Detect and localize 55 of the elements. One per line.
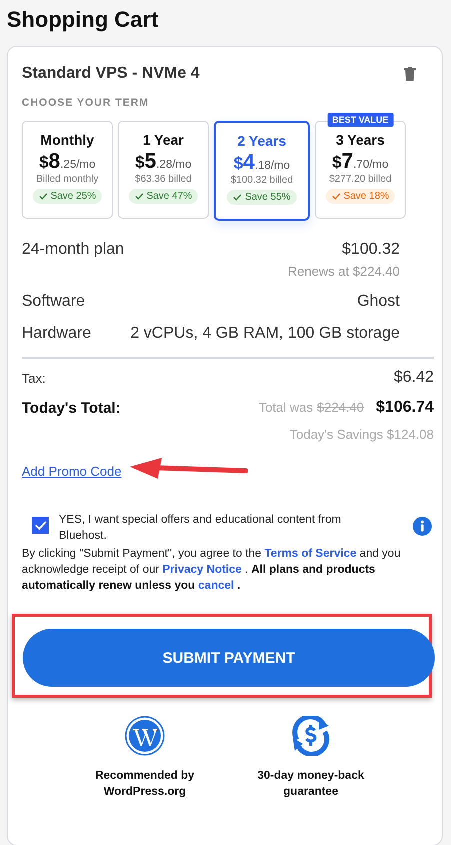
product-name: Standard VPS - NVMe 4	[22, 65, 200, 83]
term-label: 1 Year	[142, 132, 184, 148]
savings-badge: Save 18%	[326, 189, 396, 204]
term-label: 3 Years	[336, 132, 385, 148]
previous-total-label: Total was	[258, 400, 314, 415]
billed-text: $63.36 billed	[135, 174, 192, 185]
detail-value: $100.32	[342, 241, 400, 259]
billed-text: $277.20 billed	[329, 174, 392, 185]
tax-value: $6.42	[394, 369, 434, 387]
check-icon	[134, 193, 144, 200]
billed-text: Billed monthly	[36, 174, 99, 185]
legal-link[interactable]: cancel	[198, 580, 234, 592]
dollar-cycle-icon	[291, 716, 331, 756]
legal-link[interactable]: Terms of Service	[264, 548, 357, 560]
term-price: $4.18/mo	[234, 151, 290, 175]
term-label: Monthly	[40, 132, 94, 148]
savings-badge: Save 55%	[227, 190, 297, 205]
page-title: Shopping Cart	[7, 6, 160, 34]
submit-payment-button[interactable]: SUBMIT PAYMENT	[23, 629, 435, 687]
info-icon[interactable]	[413, 517, 432, 536]
check-icon	[332, 193, 341, 200]
promo-code-link[interactable]: Add Promo Code	[22, 464, 122, 478]
term-price: $8.25/mo	[39, 150, 96, 174]
term-label: 2 Years	[238, 133, 286, 149]
trash-icon[interactable]	[404, 67, 416, 81]
w-circle-icon	[125, 716, 165, 756]
detail-label: Software	[22, 293, 86, 311]
detail-value: Ghost	[357, 293, 400, 311]
term-option[interactable]: 2 Years $4.18/mo $100.32 billed Save 55%	[214, 121, 310, 221]
checkbox[interactable]	[32, 517, 49, 534]
term-price: $5.28/mo	[135, 150, 192, 174]
legal-notice: By clicking "Submit Payment", you agree to the Terms of Service and you acknowledge receipt of our Privacy Notice . All plans and products automatically renew unless you cancel .	[22, 547, 402, 594]
billed-text: $100.32 billed	[230, 175, 294, 186]
renewal-note: Renews at $224.40	[288, 264, 400, 279]
best-value-badge: BEST VALUE	[327, 113, 394, 127]
previous-total: $224.40	[317, 400, 364, 415]
legal-link[interactable]: Privacy Notice	[162, 564, 242, 576]
check-icon	[233, 194, 242, 201]
consent-text: YES, I want special offers and educational content from Bluehost.	[59, 513, 342, 544]
tax-label: Tax:	[22, 370, 46, 386]
assurance-text: 30-day money-back guarantee	[256, 769, 366, 800]
detail-label: 24-month plan	[22, 241, 124, 259]
term-option[interactable]: 1 Year $5.28/mo $63.36 billed Save 47%	[118, 121, 209, 219]
total-value: $106.74	[376, 399, 434, 417]
check-icon	[38, 193, 48, 200]
term-price: $7.70/mo	[332, 150, 389, 174]
section-heading: CHOOSE YOUR TERM	[22, 97, 150, 109]
assurance-text: Recommended by WordPress.org	[94, 769, 196, 800]
savings-text: Today's Savings $124.08	[290, 427, 434, 442]
detail-value: 2 vCPUs, 4 GB RAM, 100 GB storage	[130, 325, 400, 343]
total-label: Today's Total:	[22, 400, 121, 416]
savings-badge: Save 25%	[32, 189, 102, 204]
term-option[interactable]: Monthly $8.25/mo Billed monthly Save 25%	[22, 121, 113, 219]
savings-badge: Save 47%	[128, 189, 198, 204]
detail-label: Hardware	[22, 325, 92, 343]
